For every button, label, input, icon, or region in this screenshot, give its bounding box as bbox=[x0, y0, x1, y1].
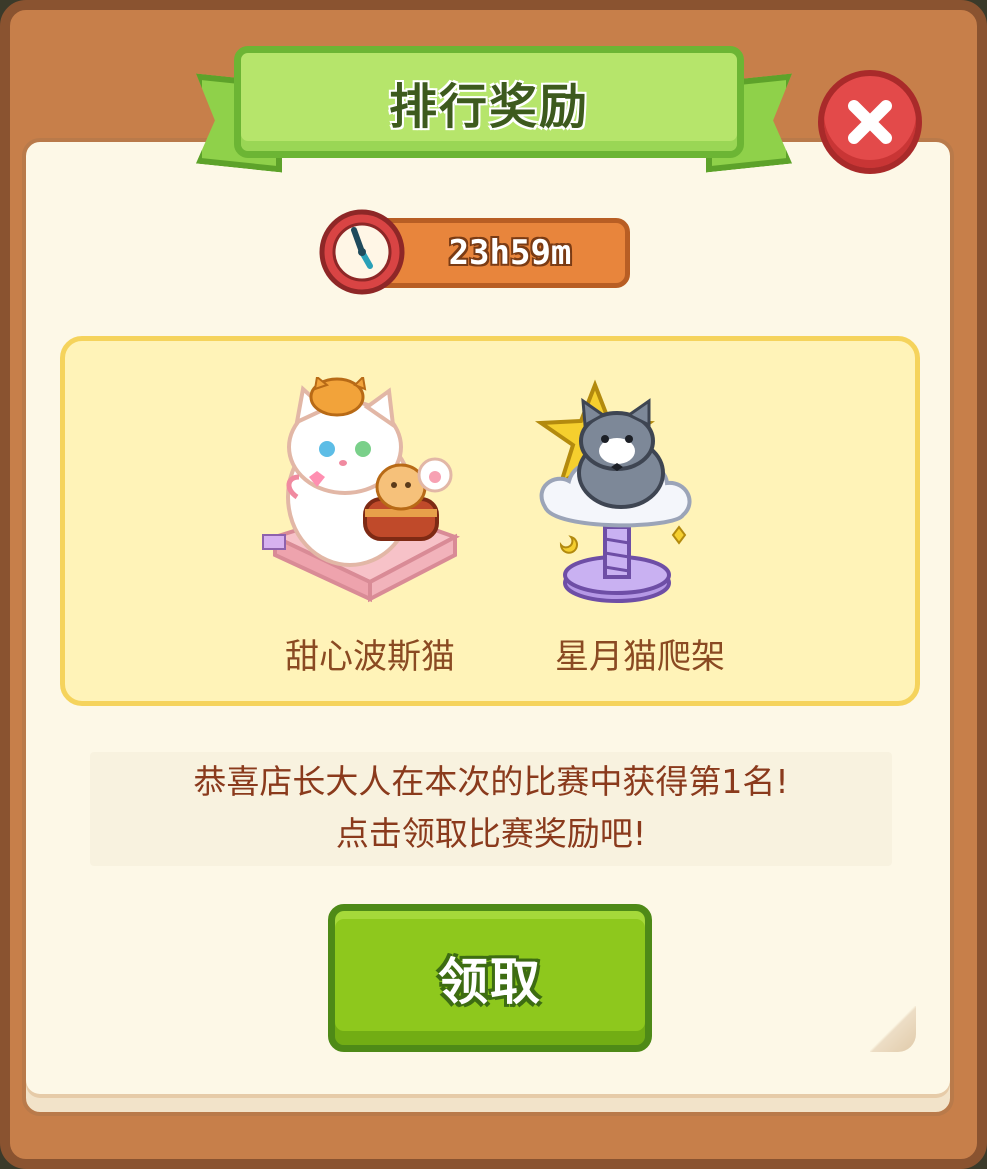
star-moon-cat-tree-icon bbox=[534, 379, 692, 603]
congratulation-message: 恭喜店长大人在本次的比赛中获得第1名! 点击领取比赛奖励吧! bbox=[90, 752, 892, 866]
reward-item: 星月猫爬架 bbox=[525, 377, 755, 678]
message-line-1: 恭喜店长大人在本次的比赛中获得第1名! bbox=[193, 762, 789, 801]
clock-icon bbox=[319, 209, 405, 295]
reward-panel: 甜心波斯猫 星月猫爬架 bbox=[60, 336, 920, 706]
close-icon bbox=[848, 100, 892, 144]
message-line-2: 点击领取比赛奖励吧! bbox=[335, 814, 647, 853]
claim-button-label: 领取 bbox=[438, 953, 542, 1011]
title-ribbon: 排行奖励 bbox=[234, 46, 744, 158]
timer-text: 23h59m bbox=[448, 233, 572, 273]
reward-name: 星月猫爬架 bbox=[555, 637, 725, 677]
dialog-title: 排行奖励 bbox=[388, 79, 589, 135]
page-curl-decoration bbox=[870, 1006, 916, 1052]
claim-button[interactable]: 领取 bbox=[328, 904, 652, 1052]
close-button[interactable] bbox=[818, 70, 922, 174]
reward-name: 甜心波斯猫 bbox=[285, 637, 455, 677]
reward-item: 甜心波斯猫 bbox=[255, 377, 485, 678]
persian-cat-reward-icon bbox=[262, 377, 460, 603]
